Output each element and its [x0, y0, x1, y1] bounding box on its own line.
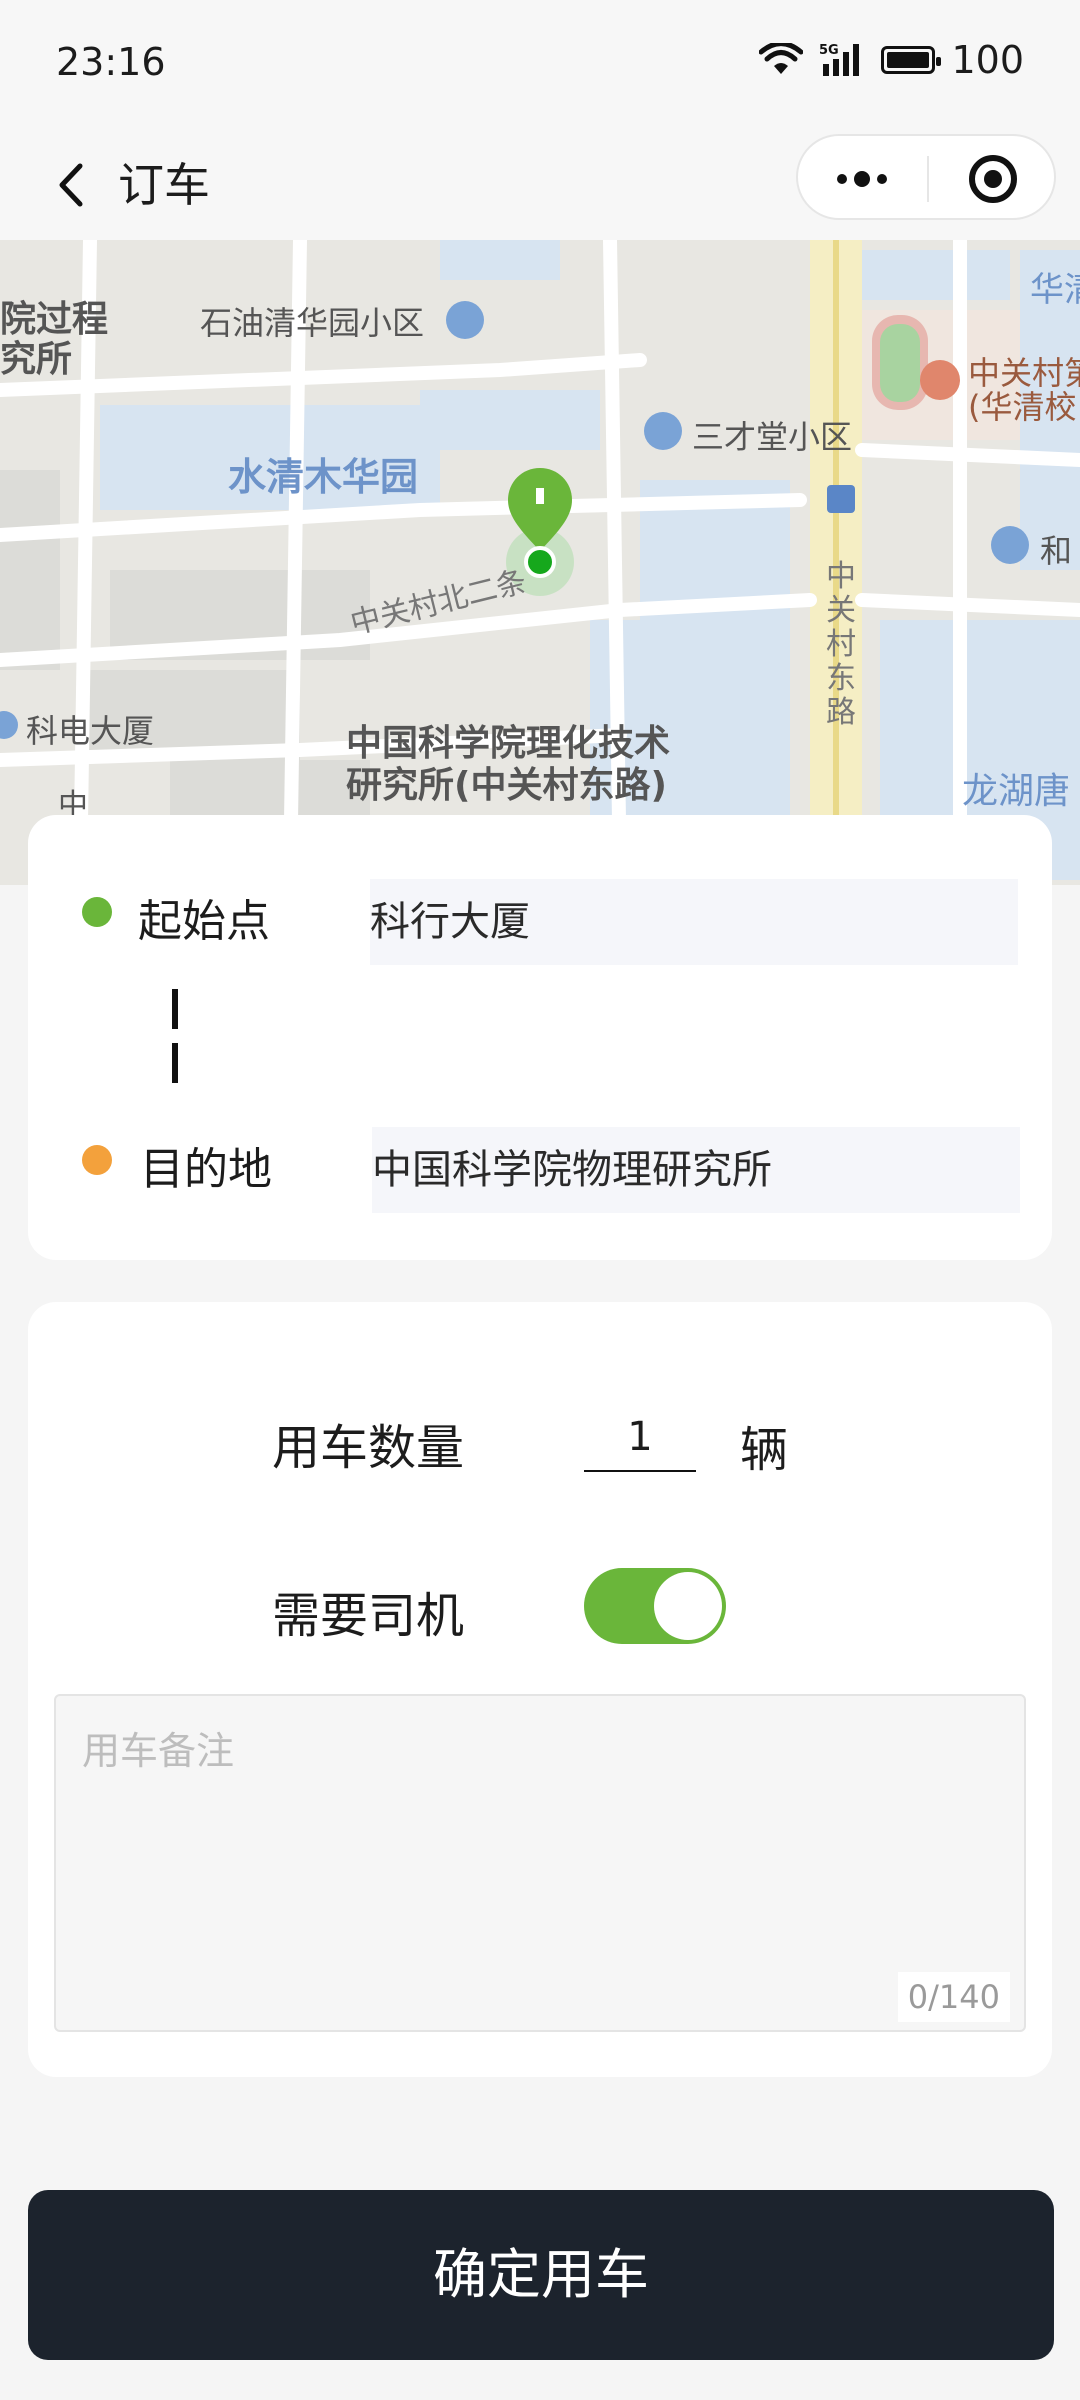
start-point-label: 起始点: [138, 896, 270, 947]
status-time: 23:16: [56, 40, 166, 84]
map-label: 华清: [1030, 270, 1080, 310]
destination-field[interactable]: 中国科学院物理研究所: [372, 1127, 1020, 1213]
need-driver-label: 需要司机: [272, 1588, 465, 1644]
route-connector: [172, 1043, 178, 1083]
route-card: 起始点 科行大厦 目的地 中国科学院物理研究所: [28, 815, 1052, 1260]
mini-program-capsule: [796, 134, 1056, 220]
page-title: 订车: [118, 158, 210, 212]
wifi-icon: [759, 43, 804, 74]
route-connector: [172, 989, 178, 1029]
signal-5g-icon: 5G: [819, 43, 860, 76]
map-label: 研究所(中关村东路): [346, 765, 667, 806]
navigation-bar: 订车: [0, 130, 1080, 240]
battery-icon: [881, 46, 942, 74]
map-label: 石油清华园小区: [200, 304, 425, 342]
target-circle-icon[interactable]: [929, 136, 1058, 222]
map-label: 三才堂小区: [692, 418, 853, 456]
remark-placeholder: 用车备注: [82, 1729, 235, 1773]
map-label: (华清校: [968, 388, 1077, 426]
map-label: 和: [1040, 532, 1073, 570]
vehicle-quantity-unit: 辆: [740, 1422, 789, 1478]
battery-level: 100: [951, 38, 1024, 82]
map-view[interactable]: 院过程 究所 石油清华园小区 华清 中关村第 (华清校 三才堂小区 水清木华园 …: [0, 240, 1080, 885]
status-bar: 23:16 5G 100: [0, 0, 1080, 130]
map-label: 科电大厦: [26, 712, 155, 750]
map-label: 水清木华园: [228, 455, 419, 499]
toggle-knob: [654, 1572, 722, 1640]
start-point-dot: [82, 897, 112, 927]
destination-dot: [82, 1145, 112, 1175]
confirm-booking-button[interactable]: 确定用车: [28, 2190, 1054, 2360]
vehicle-quantity-label: 用车数量: [272, 1420, 465, 1476]
vehicle-quantity-input[interactable]: 1: [584, 1402, 696, 1472]
svg-text:5G: 5G: [819, 43, 839, 58]
booking-options-card: 用车数量 1 辆 需要司机 用车备注 0/140: [28, 1302, 1052, 2077]
chevron-left-icon[interactable]: [38, 150, 108, 220]
start-point-field[interactable]: 科行大厦: [370, 879, 1018, 965]
more-dots-icon[interactable]: [798, 136, 927, 222]
location-pin-icon: [506, 466, 574, 576]
remark-char-count: 0/140: [897, 1972, 1010, 2022]
map-label: 中关村东路: [826, 559, 856, 730]
destination-label: 目的地: [140, 1144, 272, 1195]
need-driver-toggle[interactable]: [584, 1568, 726, 1644]
map-label: 究所: [0, 339, 73, 380]
remark-textarea[interactable]: 用车备注 0/140: [54, 1694, 1026, 2032]
status-icons: 5G 100: [759, 38, 1024, 82]
map-label: 龙湖唐: [962, 771, 1071, 812]
